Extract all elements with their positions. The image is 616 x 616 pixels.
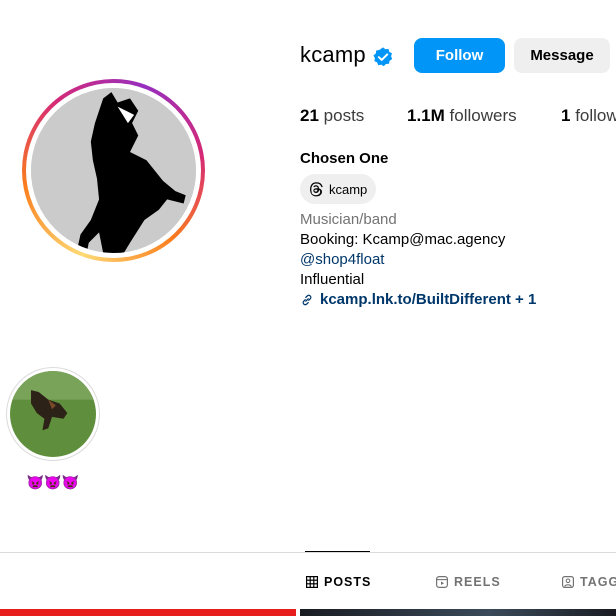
post-thumbnail[interactable] xyxy=(0,609,296,616)
highlight-label: 👿👿👿 xyxy=(26,474,80,490)
tab-reels[interactable]: REELS xyxy=(436,575,501,589)
profile-category: Musician/band xyxy=(300,211,397,228)
avatar-gap xyxy=(26,83,201,258)
following-stat[interactable]: 1 following xyxy=(561,106,616,126)
external-link-text: kcamp.lnk.to/BuiltDifferent + 1 xyxy=(320,291,537,308)
threads-handle: kcamp xyxy=(329,181,368,197)
followers-count: 1.1M xyxy=(407,106,445,125)
follow-button[interactable]: Follow xyxy=(414,38,505,73)
reels-icon xyxy=(436,576,448,588)
bio-mention-link[interactable]: @shop4float xyxy=(300,251,384,268)
following-label: following xyxy=(575,106,616,125)
message-button[interactable]: Message xyxy=(514,38,610,73)
bio-text: Influential xyxy=(300,271,365,288)
threads-icon xyxy=(310,182,323,197)
tab-posts[interactable]: POSTS xyxy=(306,575,371,589)
avatar-image xyxy=(31,88,196,253)
tagged-icon xyxy=(562,576,574,588)
profile-avatar[interactable] xyxy=(22,79,205,262)
following-count: 1 xyxy=(561,106,571,125)
tab-tagged[interactable]: TAGGED xyxy=(562,575,616,589)
posts-count-stat: 21 posts xyxy=(300,106,364,126)
active-tab-indicator xyxy=(305,551,370,552)
dog-silhouette-image xyxy=(31,88,196,253)
story-highlight[interactable] xyxy=(6,367,100,461)
followers-label: followers xyxy=(449,106,517,125)
highlight-dog-image xyxy=(10,371,96,457)
bio-booking: Booking: Kcamp@mac.agency xyxy=(300,231,506,248)
tab-posts-label: POSTS xyxy=(324,575,372,589)
tab-tagged-label: TAGGED xyxy=(580,575,616,589)
followers-stat[interactable]: 1.1M followers xyxy=(407,106,517,126)
external-link[interactable]: kcamp.lnk.to/BuiltDifferent + 1 xyxy=(300,291,536,308)
threads-link-button[interactable]: kcamp xyxy=(300,174,377,204)
tab-reels-label: REELS xyxy=(454,575,501,589)
profile-full-name: Chosen One xyxy=(300,150,389,167)
highlight-cover xyxy=(10,371,96,457)
post-thumbnail[interactable] xyxy=(300,609,616,616)
link-icon xyxy=(302,294,312,305)
posts-label: posts xyxy=(323,106,365,125)
posts-count: 21 xyxy=(300,106,319,125)
profile-username: kcamp xyxy=(300,42,366,67)
grid-icon xyxy=(306,576,318,588)
tabs-divider xyxy=(0,552,616,553)
verified-badge-icon xyxy=(373,47,393,67)
